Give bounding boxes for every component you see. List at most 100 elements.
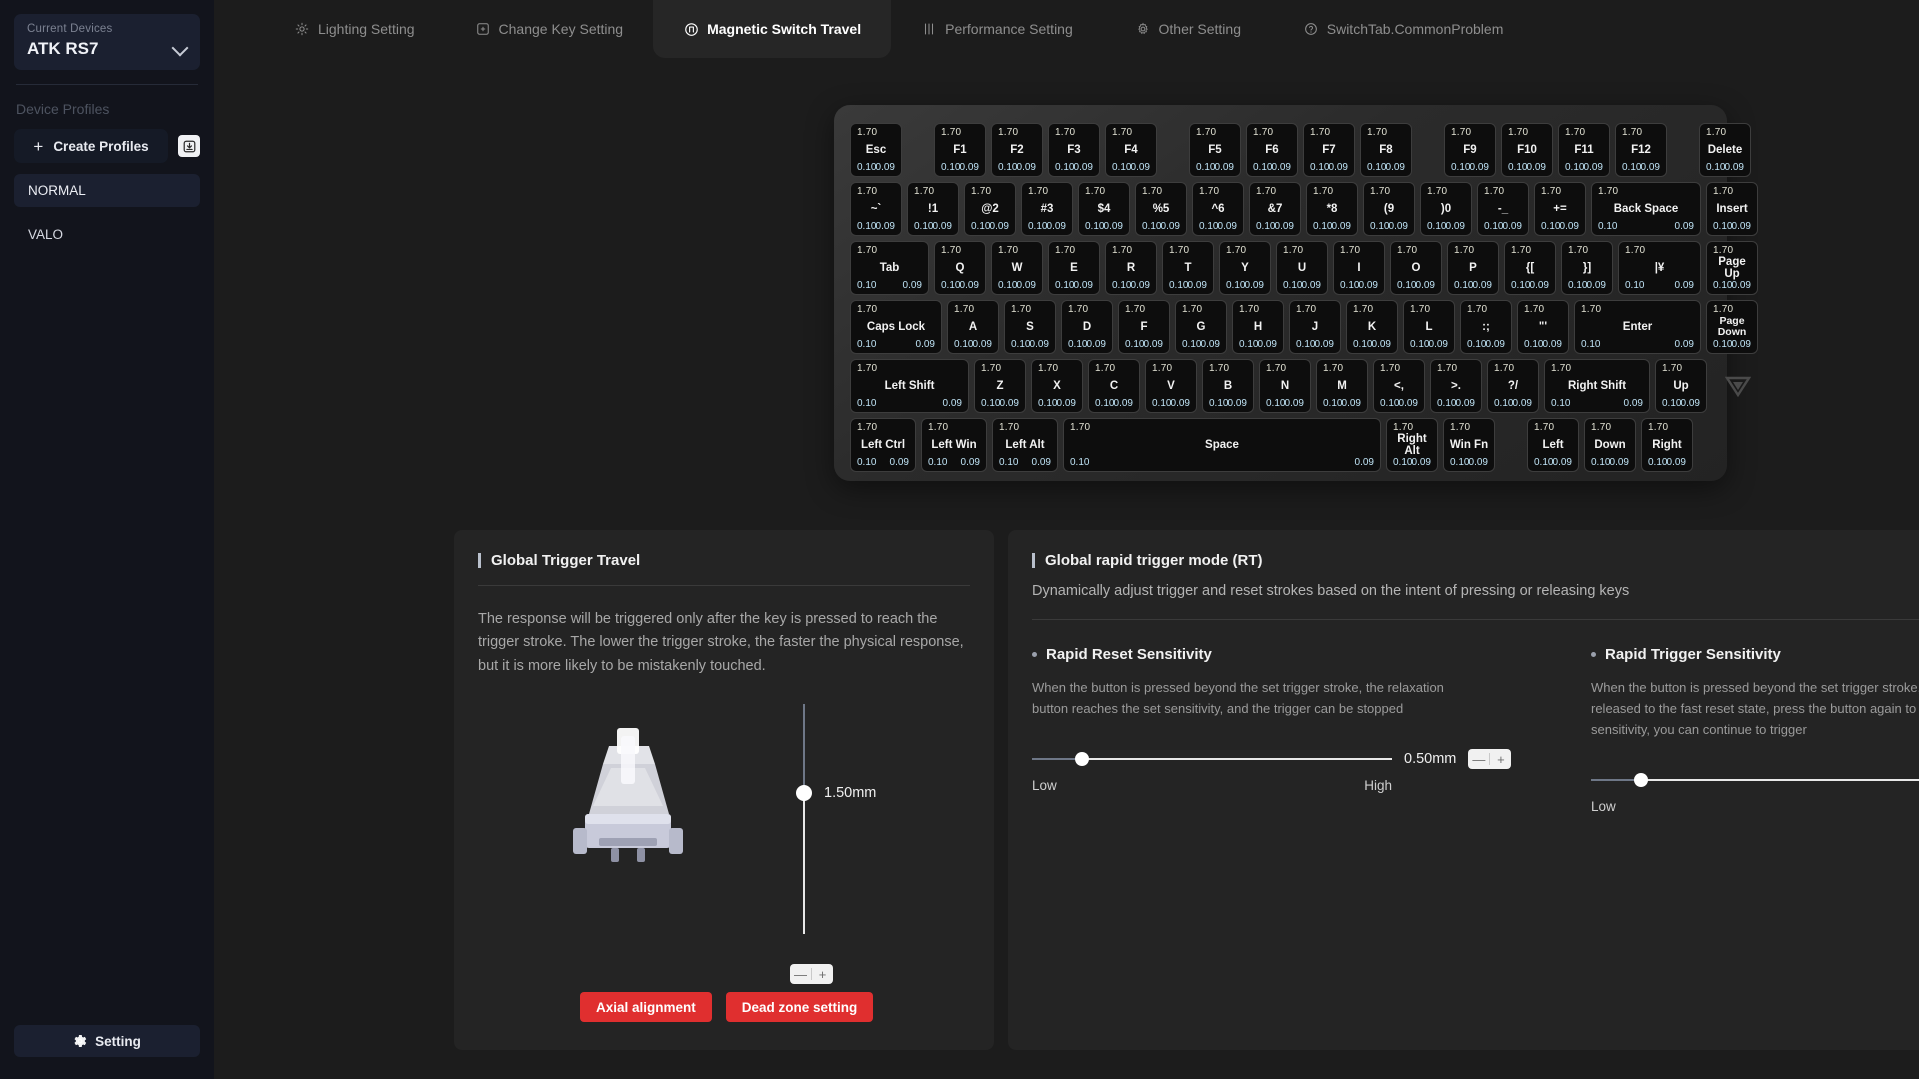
key-3[interactable]: 1.70 #3 0.10 0.09 [1021,182,1073,236]
key-down[interactable]: 1.70 Down 0.10 0.09 [1584,418,1636,472]
key-f8[interactable]: 1.70 F8 0.10 0.09 [1360,123,1412,177]
axial-alignment-button[interactable]: Axial alignment [580,992,712,1022]
key-esc[interactable]: 1.70 Esc 0.10 0.09 [850,123,902,177]
decrement-button[interactable]: — [790,964,811,984]
key-v[interactable]: 1.70 V 0.10 0.09 [1145,359,1197,413]
tab-lighting-setting[interactable]: Lighting Setting [264,0,445,58]
key-j[interactable]: 1.70 J 0.10 0.09 [1289,300,1341,354]
key-[interactable]: 1.70}] 0.10 0.09 [1561,241,1613,295]
key-u[interactable]: 1.70 U 0.10 0.09 [1276,241,1328,295]
key-d[interactable]: 1.70 D 0.10 0.09 [1061,300,1113,354]
key-win-fn[interactable]: 1.70 Win Fn 0.10 0.09 [1443,418,1495,472]
key-[interactable]: 1.70 |¥ 0.10 0.09 [1618,241,1701,295]
key-left[interactable]: 1.70 Left 0.10 0.09 [1527,418,1579,472]
key-a[interactable]: 1.70 A 0.10 0.09 [947,300,999,354]
key-left-ctrl[interactable]: 1.70 Left Ctrl 0.10 0.09 [850,418,916,472]
key-f5[interactable]: 1.70 F5 0.10 0.09 [1189,123,1241,177]
tab-other-setting[interactable]: Other Setting [1103,0,1273,58]
slider-thumb[interactable] [1634,773,1649,788]
key-space[interactable]: 1.70 Space 0.10 0.09 [1063,418,1381,472]
key-g[interactable]: 1.70 G 0.10 0.09 [1175,300,1227,354]
key-m[interactable]: 1.70 M 0.10 0.09 [1316,359,1368,413]
key-l[interactable]: 1.70 L 0.10 0.09 [1403,300,1455,354]
profile-item-valo[interactable]: VALO [14,218,200,251]
profile-item-normal[interactable]: NORMAL [14,174,200,207]
key-f1[interactable]: 1.70 F1 0.10 0.09 [934,123,986,177]
decrement-button[interactable]: — [1468,749,1489,769]
key-k[interactable]: 1.70 K 0.10 0.09 [1346,300,1398,354]
key-w[interactable]: 1.70 W 0.10 0.09 [991,241,1043,295]
key-o[interactable]: 1.70 O 0.10 0.09 [1390,241,1442,295]
import-profile-button[interactable] [178,135,200,157]
key-caps-lock[interactable]: 1.70 Caps Lock 0.10 0.09 [850,300,942,354]
key-f10[interactable]: 1.70 F10 0.10 0.09 [1501,123,1553,177]
dead-zone-setting-button[interactable]: Dead zone setting [725,992,874,1022]
key-x[interactable]: 1.70 X 0.10 0.09 [1031,359,1083,413]
key-1[interactable]: 1.70 !1 0.10 0.09 [907,182,959,236]
key-b[interactable]: 1.70 B 0.10 0.09 [1202,359,1254,413]
key-f6[interactable]: 1.70 F6 0.10 0.09 [1246,123,1298,177]
key-7[interactable]: 1.70 &7 0.10 0.09 [1249,182,1301,236]
key-8[interactable]: 1.70 *8 0.10 0.09 [1306,182,1358,236]
key-page-up[interactable]: 1.70 Page Up 0.10 0.09 [1706,241,1758,295]
create-profiles-button[interactable]: + Create Profiles [14,129,168,163]
key-left-win[interactable]: 1.70 Left Win 0.10 0.09 [921,418,987,472]
key-i[interactable]: 1.70 I 0.10 0.09 [1333,241,1385,295]
key-4[interactable]: 1.70 $4 0.10 0.09 [1078,182,1130,236]
tab-magnetic-switch-travel[interactable]: Magnetic Switch Travel [653,0,892,58]
key-p[interactable]: 1.70 P 0.10 0.09 [1447,241,1499,295]
key-s[interactable]: 1.70 S 0.10 0.09 [1004,300,1056,354]
key-[interactable]: 1.70 ?/ 0.10 0.09 [1487,359,1539,413]
key-n[interactable]: 1.70 N 0.10 0.09 [1259,359,1311,413]
key-y[interactable]: 1.70 Y 0.10 0.09 [1219,241,1271,295]
key-[interactable]: 1.70 >. 0.10 0.09 [1430,359,1482,413]
key-2[interactable]: 1.70 @2 0.10 0.09 [964,182,1016,236]
key-e[interactable]: 1.70 E 0.10 0.09 [1048,241,1100,295]
tab-common-problem[interactable]: SwitchTab.CommonProblem [1273,0,1534,58]
key-h[interactable]: 1.70 H 0.10 0.09 [1232,300,1284,354]
key-f2[interactable]: 1.70 F2 0.10 0.09 [991,123,1043,177]
slider-thumb[interactable] [796,785,812,802]
device-selector[interactable]: Current Devices ATK RS7 [14,14,200,70]
slider-thumb[interactable] [1075,752,1090,767]
key-f12[interactable]: 1.70 F12 0.10 0.09 [1615,123,1667,177]
trigger-travel-slider[interactable]: 1.50mm — + [790,696,960,985]
key-left-shift[interactable]: 1.70 Left Shift 0.10 0.09 [850,359,969,413]
key-f11[interactable]: 1.70 F11 0.10 0.09 [1558,123,1610,177]
key-[interactable]: 1.70 -_ 0.10 0.09 [1477,182,1529,236]
key-f4[interactable]: 1.70 F4 0.10 0.09 [1105,123,1157,177]
key-f9[interactable]: 1.70 F9 0.10 0.09 [1444,123,1496,177]
key-[interactable]: 1.70:; 0.10 0.09 [1460,300,1512,354]
key-0[interactable]: 1.70)0 0.10 0.09 [1420,182,1472,236]
key-f[interactable]: 1.70 F 0.10 0.09 [1118,300,1170,354]
key-[interactable]: 1.70 ~` 0.10 0.09 [850,182,902,236]
key-t[interactable]: 1.70 T 0.10 0.09 [1162,241,1214,295]
key-z[interactable]: 1.70 Z 0.10 0.09 [974,359,1026,413]
key-right-alt[interactable]: 1.70 Right Alt 0.10 0.09 [1386,418,1438,472]
key-[interactable]: 1.70 {[0.10 0.09 [1504,241,1556,295]
key-tab[interactable]: 1.70 Tab 0.10 0.09 [850,241,929,295]
tab-change-key-setting[interactable]: Change Key Setting [445,0,654,58]
rapid-reset-slider[interactable] [1032,751,1392,767]
key-f3[interactable]: 1.70 F3 0.10 0.09 [1048,123,1100,177]
key-up[interactable]: 1.70 Up 0.10 0.09 [1655,359,1707,413]
key-[interactable]: 1.70 <, 0.10 0.09 [1373,359,1425,413]
key-[interactable]: 1.70 "' 0.10 0.09 [1517,300,1569,354]
key-enter[interactable]: 1.70 Enter 0.10 0.09 [1574,300,1701,354]
key-5[interactable]: 1.70 %5 0.10 0.09 [1135,182,1187,236]
increment-button[interactable]: + [1490,749,1511,769]
key-left-alt[interactable]: 1.70 Left Alt 0.10 0.09 [992,418,1058,472]
tab-performance-setting[interactable]: Performance Setting [891,0,1103,58]
key-insert[interactable]: 1.70 Insert 0.10 0.09 [1706,182,1758,236]
key-9[interactable]: 1.70 (9 0.10 0.09 [1363,182,1415,236]
setting-button[interactable]: Setting [14,1025,200,1057]
key-r[interactable]: 1.70 R 0.10 0.09 [1105,241,1157,295]
rapid-trigger-slider[interactable] [1591,772,1919,788]
key-delete[interactable]: 1.70 Delete 0.10 0.09 [1699,123,1751,177]
key-right[interactable]: 1.70 Right 0.10 0.09 [1641,418,1693,472]
key-[interactable]: 1.70 += 0.10 0.09 [1534,182,1586,236]
key-c[interactable]: 1.70 C 0.10 0.09 [1088,359,1140,413]
increment-button[interactable]: + [812,964,833,984]
key-6[interactable]: 1.70 ^6 0.10 0.09 [1192,182,1244,236]
key-f7[interactable]: 1.70 F7 0.10 0.09 [1303,123,1355,177]
